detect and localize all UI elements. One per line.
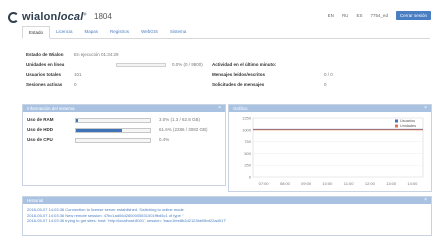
requests-row: Solicitudes de mensajes 0 (212, 82, 412, 88)
collapse-icon[interactable]: × (424, 197, 427, 204)
chart-panel-title: Gráfico (233, 106, 248, 111)
ram-label: Uso de RAM (27, 117, 54, 122)
units-online-bar-text: 0.0% (0 / 9800) (172, 62, 203, 67)
system-info-title: Información del sistema (27, 106, 75, 111)
tab-registros[interactable]: Registros (104, 26, 135, 38)
units-online-row: Unidades en línea 0.0% (0 / 9800) (26, 62, 226, 68)
lang-link-es[interactable]: ES (356, 13, 362, 18)
cpu-text: 0.4% (159, 137, 170, 142)
activity-label: Actividad en el último minuto: (212, 62, 277, 67)
x-tick-label: 14:00 (407, 181, 418, 186)
hdd-label: Uso de HDD (27, 127, 54, 132)
hdd-text: 61.6% (2286 / 3082 GB) (159, 127, 208, 132)
log-panel-title: Historial (27, 198, 44, 203)
system-info-header: Información del sistema × (23, 105, 225, 112)
requests-value: 0 (324, 82, 327, 87)
users-total-row: Usuarios totales 101 (26, 72, 226, 78)
hdd-bar-fill (76, 129, 122, 132)
hdd-row: Uso de HDD 61.6% (2286 / 3082 GB) (27, 127, 221, 133)
units-online-bar (116, 63, 166, 67)
log-panel-header: Historial × (23, 197, 431, 204)
tab-licencia[interactable]: Licencia (50, 26, 79, 38)
x-tick-label: 07:00 (259, 181, 270, 186)
x-tick-label: 09:00 (301, 181, 312, 186)
legend-swatch (395, 119, 398, 123)
activity-row: Actividad en el último minuto: (212, 62, 412, 68)
collapse-icon[interactable]: × (424, 105, 427, 112)
log-list: 2018-05-07 14:03:36 Connection to licens… (23, 204, 431, 224)
messages-label: Mensajes leídos/escritos (212, 72, 266, 77)
status-label: Estado de Wialon (26, 52, 64, 57)
cpu-row: Uso de CPU 0.4% (27, 137, 221, 143)
legend-label: Usuarios (400, 119, 415, 123)
system-info-panel: Información del sistema × Uso de RAM 3.0… (22, 104, 226, 186)
collapse-icon[interactable]: × (218, 105, 221, 112)
sessions-row: Sesiones activas 0 (26, 82, 226, 88)
chart-panel-header: Gráfico × (229, 105, 431, 112)
version-label: 1804 (94, 12, 112, 21)
messages-row: Mensajes leídos/escritos 0 / 0 (212, 72, 412, 78)
brand-name: wialonlocal® (22, 11, 87, 23)
log-line: 2018-05-07 14:03:36 trying to get sites:… (27, 218, 227, 223)
chart-panel: Gráfico × 0 250 500 750 1000 1250 07:00 08:00 09… (228, 104, 432, 192)
sessions-value: 0 (74, 82, 77, 87)
wialon-logo: wialonlocal® (8, 9, 87, 25)
x-tick-label: 08:00 (280, 181, 291, 186)
requests-label: Solicitudes de mensajes (212, 82, 265, 87)
users-total-value: 101 (74, 72, 82, 77)
lang-link-en[interactable]: EN (328, 13, 334, 18)
line-chart: 0 250 500 750 1000 1250 07:00 08:00 09:00 10:00 11… (242, 116, 424, 186)
x-tick-label: 12:00 (365, 181, 376, 186)
tab-webgis[interactable]: WebGIS (135, 26, 164, 38)
tab-sistema[interactable]: Sistema (164, 26, 192, 38)
hdd-bar (75, 128, 151, 133)
y-tick-label: 250 (244, 163, 251, 168)
status-row: Estado de Wialon En ejecución 01:34:29 (26, 52, 226, 58)
x-tick-label: 13:00 (386, 181, 397, 186)
cpu-label: Uso de CPU (27, 137, 53, 142)
x-tick-label: 10:00 (322, 181, 333, 186)
top-links: EN RU ES 7754_ed Cerrar sesión (328, 11, 431, 20)
legend-swatch (395, 124, 398, 128)
x-tick-label: 11:00 (344, 181, 354, 186)
user-link[interactable]: 7754_ed (370, 13, 388, 18)
y-tick-label: 1000 (242, 127, 252, 132)
cpu-bar (75, 138, 151, 143)
status-value: En ejecución 01:34:29 (74, 52, 119, 57)
y-tick-label: 1250 (242, 116, 252, 121)
y-tick-label: 750 (244, 139, 251, 144)
logo-icon (8, 11, 19, 23)
ram-bar-fill (76, 119, 79, 122)
users-total-label: Usuarios totales (26, 72, 62, 77)
tab-mapas[interactable]: Mapas (79, 26, 105, 38)
lang-link-ru[interactable]: RU (342, 13, 349, 18)
ram-text: 3.0% (1.3 / 62.8 GB) (159, 117, 201, 122)
logout-button[interactable]: Cerrar sesión (395, 11, 431, 20)
log-panel: Historial × 2018-05-07 14:03:36 Connecti… (22, 196, 432, 236)
messages-value: 0 / 0 (324, 72, 333, 77)
tab-bar: Estado Licencia Mapas Registros WebGIS S… (22, 26, 430, 39)
legend-label: Unidades (400, 124, 416, 128)
ram-row: Uso de RAM 3.0% (1.3 / 62.8 GB) (27, 117, 221, 123)
tab-estado[interactable]: Estado (22, 26, 51, 39)
ram-bar (75, 118, 151, 123)
sessions-label: Sesiones activas (26, 82, 63, 87)
units-online-label: Unidades en línea (26, 62, 65, 67)
y-tick-label: 500 (244, 151, 251, 156)
y-tick-label: 0 (249, 175, 252, 180)
